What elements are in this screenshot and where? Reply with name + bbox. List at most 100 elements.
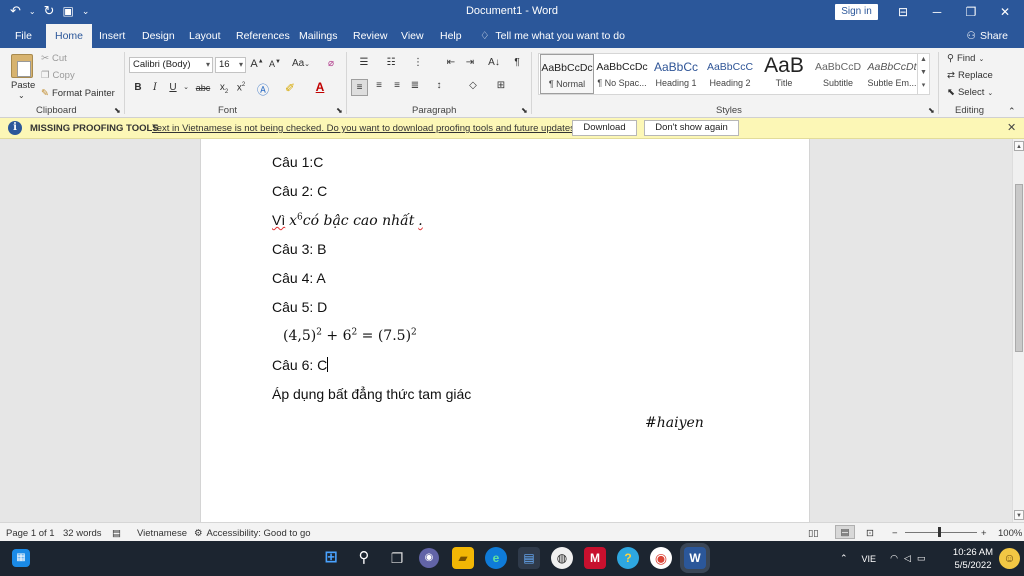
chevron-up-icon[interactable]: ⌃ [840, 553, 848, 564]
input-language[interactable]: VIE [862, 554, 877, 564]
tab-home[interactable]: Home [46, 24, 93, 48]
tell-me-search[interactable]: ♢ Tell me what you want to do [480, 24, 625, 48]
scroll-up-icon[interactable]: ▲ [1014, 141, 1024, 151]
style-subtle-emphasis[interactable]: AaBbCcDt Subtle Em... [865, 54, 919, 94]
scrollbar-thumb[interactable] [1015, 184, 1023, 352]
doc-line[interactable]: Câu 6: C [272, 357, 329, 373]
doc-line-equation[interactable]: Vì x6có bậc cao nhất . [272, 212, 423, 229]
search-icon[interactable]: ⚲ [353, 547, 375, 569]
bullets-icon[interactable]: ☰ [355, 57, 373, 68]
font-size-select[interactable]: 16 ▾ [215, 57, 246, 73]
zoom-in-icon[interactable]: + [981, 528, 987, 539]
tab-design[interactable]: Design [142, 24, 175, 48]
chrome-icon[interactable]: ◉ [650, 547, 672, 569]
tab-references[interactable]: References [236, 24, 290, 48]
doc-line[interactable]: Câu 5: D [272, 299, 327, 315]
chevron-up-icon[interactable]: ▲ [920, 56, 927, 63]
share-button[interactable]: ⚇ Share [967, 24, 1008, 48]
style-normal[interactable]: AaBbCcDc ¶ Normal [540, 54, 594, 94]
align-left-icon[interactable]: ≡ [351, 79, 368, 96]
zoom-out-icon[interactable]: − [892, 528, 898, 539]
clipboard-launcher-icon[interactable]: ⬊ [114, 106, 121, 115]
proofing-icon[interactable]: ▤ [112, 528, 121, 539]
show-formatting-button[interactable]: ¶ [510, 57, 524, 68]
task-view-icon[interactable]: ❐ [386, 547, 408, 569]
style-title[interactable]: AaB Title [757, 54, 811, 94]
minimize-button[interactable]: ─ [922, 2, 952, 22]
style-heading-2[interactable]: AaBbCcC Heading 2 [703, 54, 757, 94]
italic-button[interactable]: I [148, 82, 162, 93]
word-app-icon[interactable]: W [684, 547, 706, 569]
bold-button[interactable]: B [131, 82, 145, 93]
align-center-icon[interactable]: ≡ [371, 80, 387, 91]
style-no-spacing[interactable]: AaBbCcDc ¶ No Spac... [595, 54, 649, 94]
misspelled-word[interactable]: Vì [272, 212, 285, 228]
accessibility-status[interactable]: ⚙ Accessibility: Good to go [194, 528, 311, 539]
borders-icon[interactable]: ⊞ [492, 80, 510, 91]
message-link[interactable]: Text in Vietnamese is not being checked.… [152, 123, 580, 134]
text-effects-icon[interactable]: Ⓐ [256, 81, 270, 98]
line-spacing-icon[interactable]: ↕ [430, 80, 448, 91]
file-explorer-icon[interactable]: ▰ [452, 547, 474, 569]
select-button[interactable]: ⬉ Select ⌄ [947, 87, 993, 98]
decrease-indent-icon[interactable]: ⇤ [443, 57, 459, 68]
tab-file[interactable]: File [15, 24, 32, 48]
ribbon-display-options-icon[interactable]: ⊟ [888, 2, 918, 22]
vertical-scrollbar[interactable]: ▲ ▼ [1012, 139, 1024, 522]
language-indicator[interactable]: Vietnamese [137, 528, 187, 539]
sign-in-button[interactable]: Sign in [835, 4, 878, 20]
chat-icon[interactable]: ◉ [419, 548, 439, 568]
volume-icon[interactable]: ◁ [904, 553, 911, 564]
more-styles-icon[interactable]: ▾ [922, 82, 926, 89]
read-mode-icon[interactable]: ▯▯ [808, 528, 818, 539]
collapse-ribbon-icon[interactable]: ⌃ [1008, 106, 1016, 117]
numbering-icon[interactable]: ☷ [382, 57, 400, 68]
zoom-level[interactable]: 100% [998, 528, 1022, 539]
print-layout-icon[interactable]: ▤ [835, 525, 855, 539]
paste-icon[interactable] [11, 54, 33, 78]
shading-icon[interactable]: ◇ [464, 80, 482, 91]
close-icon[interactable]: ✕ [1007, 121, 1016, 134]
clear-formatting-icon[interactable]: ⌀ [324, 58, 338, 69]
windows-widgets-icon[interactable]: ▦ [12, 549, 30, 567]
increase-indent-icon[interactable]: ⇥ [462, 57, 478, 68]
find-button[interactable]: ⚲ Find ⌄ [947, 53, 984, 64]
grow-font-button[interactable]: A▲ [250, 58, 264, 70]
doc-line[interactable]: Câu 4: A [272, 270, 326, 286]
doc-line[interactable]: Câu 2: C [272, 183, 327, 199]
format-painter-button[interactable]: ✎ Format Painter [41, 88, 115, 99]
restore-button[interactable]: ❐ [956, 2, 986, 22]
justify-icon[interactable]: ≣ [407, 80, 423, 91]
edge-browser-icon[interactable]: e [485, 547, 507, 569]
highlight-color-icon[interactable]: ✐ [283, 81, 297, 95]
close-button[interactable]: ✕ [990, 2, 1020, 22]
paragraph-launcher-icon[interactable]: ⬊ [521, 106, 528, 115]
doc-line[interactable]: Câu 3: B [272, 241, 326, 257]
replace-button[interactable]: ⇄ Replace [947, 70, 993, 81]
zoom-slider[interactable] [905, 532, 977, 533]
mcafee-icon[interactable]: M [584, 547, 606, 569]
styles-launcher-icon[interactable]: ⬊ [928, 106, 935, 115]
app-icon[interactable]: ◍ [551, 547, 573, 569]
page-count[interactable]: Page 1 of 1 [6, 528, 55, 539]
style-subtitle[interactable]: AaBbCcD Subtitle [811, 54, 865, 94]
chevron-down-icon[interactable]: ▼ [920, 69, 927, 76]
wifi-icon[interactable]: ◠ [890, 553, 898, 564]
style-heading-1[interactable]: AaBbCc Heading 1 [649, 54, 703, 94]
store-icon[interactable]: ▤ [518, 547, 540, 569]
font-family-select[interactable]: Calibri (Body) ▾ [129, 57, 213, 73]
paste-dropdown-icon[interactable]: ⌄ [18, 91, 25, 100]
tab-mailings[interactable]: Mailings [299, 24, 338, 48]
tab-review[interactable]: Review [353, 24, 387, 48]
notification-emoji-icon[interactable]: ☺ [999, 548, 1020, 569]
web-layout-icon[interactable]: ⊡ [866, 528, 874, 539]
sort-button[interactable]: A↓ [486, 57, 502, 68]
font-color-icon[interactable]: A [313, 80, 327, 94]
paste-label[interactable]: Paste [11, 80, 35, 91]
clock[interactable]: 10:26 AM 5/5/2022 [948, 546, 998, 572]
scroll-down-icon[interactable]: ▼ [1014, 510, 1024, 520]
tab-insert[interactable]: Insert [99, 24, 125, 48]
doc-line[interactable]: Câu 1:C [272, 154, 323, 170]
doc-line[interactable]: Áp dụng bất đẳng thức tam giác [272, 386, 471, 402]
battery-icon[interactable]: ▭ [917, 553, 926, 564]
